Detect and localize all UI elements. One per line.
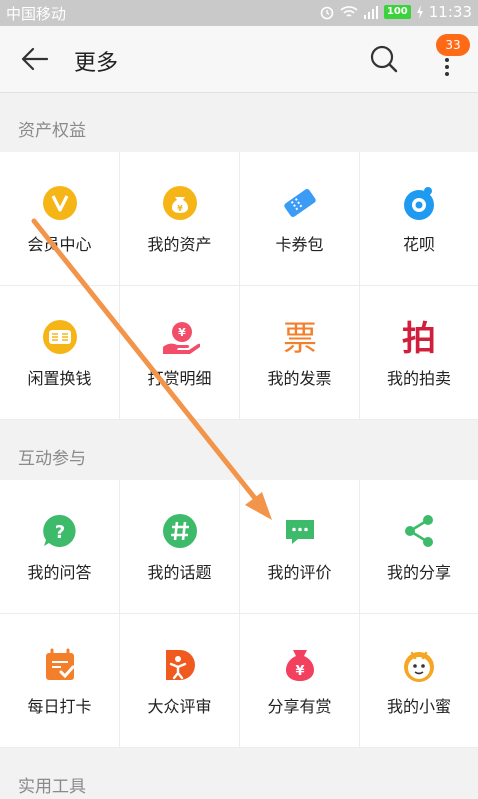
wifi-icon <box>340 6 358 17</box>
assets-grid: 会员中心 ¥ 我的资产 卡券包 花呗 闲置换钱 ¥ 打赏明细 票 我的发票 拍 … <box>0 152 478 420</box>
section-title-interaction: 互动参与 <box>18 449 86 469</box>
money-bag-icon: ¥ <box>162 186 197 220</box>
member-center-icon <box>42 186 77 220</box>
grid-item-label: 我的问答 <box>27 563 92 582</box>
grid-item-my-assets[interactable]: ¥ 我的资产 <box>120 152 240 286</box>
search-icon[interactable] <box>368 43 400 75</box>
grid-item-reward-detail[interactable]: ¥ 打赏明细 <box>120 286 240 420</box>
grid-item-label: 我的小蜜 <box>386 697 451 716</box>
svg-text:票: 票 <box>283 319 317 357</box>
svg-text:¥: ¥ <box>177 204 183 213</box>
status-bar: 中国移动 100 11:33 <box>0 0 478 26</box>
public-review-icon <box>165 650 195 680</box>
grid-item-label: 我的拍卖 <box>386 369 451 388</box>
idle-exchange-icon <box>42 320 77 354</box>
hashtag-icon <box>162 514 197 548</box>
grid-item-my-topics[interactable]: 我的话题 <box>120 480 240 614</box>
grid-item-member-center[interactable]: 会员中心 <box>0 152 120 286</box>
grid-item-idle-exchange[interactable]: 闲置换钱 <box>0 286 120 420</box>
grid-item-label: 每日打卡 <box>27 697 92 716</box>
section-title-assets: 资产权益 <box>18 121 86 141</box>
status-icons: 100 11:33 <box>319 3 472 21</box>
grid-item-my-shares[interactable]: 我的分享 <box>360 480 478 614</box>
grid-item-label: 我的话题 <box>147 563 212 582</box>
share-icon <box>405 515 433 547</box>
grid-item-label: 我的发票 <box>267 369 332 388</box>
grid-item-label: 闲置换钱 <box>27 369 92 388</box>
grid-item-label: 分享有赏 <box>267 697 332 716</box>
top-bar: 更多 33 <box>0 26 478 93</box>
clock: 11:33 <box>428 3 472 21</box>
assistant-icon <box>404 651 434 682</box>
grid-item-label: 我的评价 <box>267 563 332 582</box>
grid-item-coupons[interactable]: 卡券包 <box>240 152 360 286</box>
grid-item-my-assistant[interactable]: 我的小蜜 <box>360 614 478 748</box>
grid-item-share-reward[interactable]: ¥ 分享有赏 <box>240 614 360 748</box>
interaction-grid: ? 我的问答 我的话题 我的评价 我的分享 每日打卡 大众评审 ¥ 分享有赏 我… <box>0 480 478 748</box>
grid-item-my-qa[interactable]: ? 我的问答 <box>0 480 120 614</box>
svg-text:¥: ¥ <box>295 664 304 679</box>
grid-item-label: 打赏明细 <box>147 369 212 388</box>
comment-icon <box>285 520 314 544</box>
grid-item-public-review[interactable]: 大众评审 <box>120 614 240 748</box>
grid-item-label: 我的资产 <box>147 235 212 254</box>
battery-icon: 100 <box>383 5 411 19</box>
signal-icon <box>363 6 378 19</box>
svg-text:?: ? <box>54 522 64 543</box>
alarm-icon <box>320 6 334 20</box>
question-icon: ? <box>42 514 76 547</box>
grid-item-my-invoice[interactable]: 票 我的发票 <box>240 286 360 420</box>
svg-text:拍: 拍 <box>402 319 436 357</box>
grid-item-label: 会员中心 <box>27 235 92 254</box>
grid-item-daily-checkin[interactable]: 每日打卡 <box>0 614 120 748</box>
invoice-icon: 票 <box>283 319 317 357</box>
ticket-icon <box>283 189 316 217</box>
reward-bag-icon: ¥ <box>285 650 314 681</box>
page-title: 更多 <box>74 51 119 76</box>
grid-item-huabei[interactable]: 花呗 <box>360 152 478 286</box>
section-title-tools: 实用工具 <box>18 777 86 797</box>
carrier-name: 中国移动 <box>6 5 67 23</box>
grid-item-my-reviews[interactable]: 我的评价 <box>240 480 360 614</box>
grid-item-label: 我的分享 <box>386 563 451 582</box>
huabei-icon <box>404 187 434 220</box>
grid-item-label: 花呗 <box>402 235 435 254</box>
grid-item-label: 卡券包 <box>275 235 324 254</box>
charging-icon <box>416 5 423 19</box>
back-arrow-icon[interactable] <box>20 46 50 72</box>
auction-icon: 拍 <box>402 319 436 357</box>
calendar-check-icon <box>45 648 74 680</box>
grid-item-label: 大众评审 <box>147 697 212 716</box>
notification-badge: 33 <box>436 34 470 56</box>
reward-detail-icon: ¥ <box>162 322 200 354</box>
grid-item-my-auction[interactable]: 拍 我的拍卖 <box>360 286 478 420</box>
svg-text:¥: ¥ <box>178 326 186 339</box>
